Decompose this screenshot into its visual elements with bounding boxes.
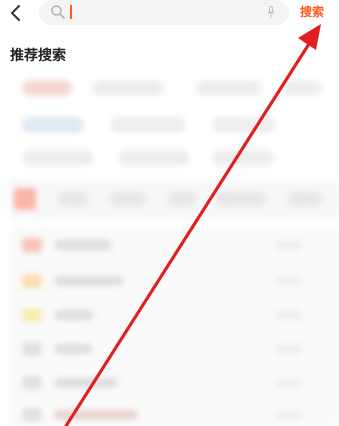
recommend-chip[interactable] [110,117,186,133]
search-input[interactable] [39,0,289,25]
recommend-chip[interactable] [22,117,84,133]
list-item[interactable] [14,268,334,294]
heat-value [276,345,302,353]
list-item[interactable] [14,232,334,258]
recommend-chip[interactable] [92,80,164,96]
tab-item[interactable] [288,192,322,206]
heat-value [276,311,302,319]
rank-icon [22,342,42,356]
list-item-text [54,310,94,320]
heat-value [276,379,302,387]
heat-value [276,277,302,285]
list-item-text [54,378,118,388]
list-item-text [54,276,124,286]
tab-item[interactable] [14,188,36,210]
tab-item[interactable] [216,192,266,206]
rank-icon [22,376,42,390]
recommend-chip[interactable] [22,150,94,166]
tab-item[interactable] [58,192,88,206]
recommend-chip[interactable] [212,150,274,166]
chevron-left-icon [11,5,20,21]
heat-value [276,241,302,249]
recommend-chip[interactable] [118,150,190,166]
magnifier-icon [51,5,65,19]
list-item-text [54,240,112,250]
text-cursor [70,5,72,19]
rank-icon [22,408,42,422]
recommend-chip[interactable] [196,80,262,96]
recommend-chip[interactable] [282,80,322,96]
list-item-text [54,344,92,354]
heat-value [276,411,302,419]
list-item[interactable] [14,336,334,362]
search-header: 搜索 [0,0,339,30]
tab-item[interactable] [110,192,146,206]
microphone-icon[interactable] [267,6,275,19]
search-button[interactable]: 搜索 [300,3,324,20]
search-page: 搜索 推荐搜索 [0,0,339,426]
tab-item[interactable] [168,192,196,206]
list-item[interactable] [14,302,334,328]
recommended-search-title: 推荐搜索 [10,48,66,64]
rank-icon [22,308,42,322]
rank-icon [22,274,42,288]
recommend-chip[interactable] [212,117,276,133]
list-item-text [54,410,138,420]
back-button[interactable] [6,2,26,24]
list-item[interactable] [14,402,334,426]
rank-icon [22,238,42,252]
recommend-chip[interactable] [22,80,72,96]
list-item[interactable] [14,370,334,396]
